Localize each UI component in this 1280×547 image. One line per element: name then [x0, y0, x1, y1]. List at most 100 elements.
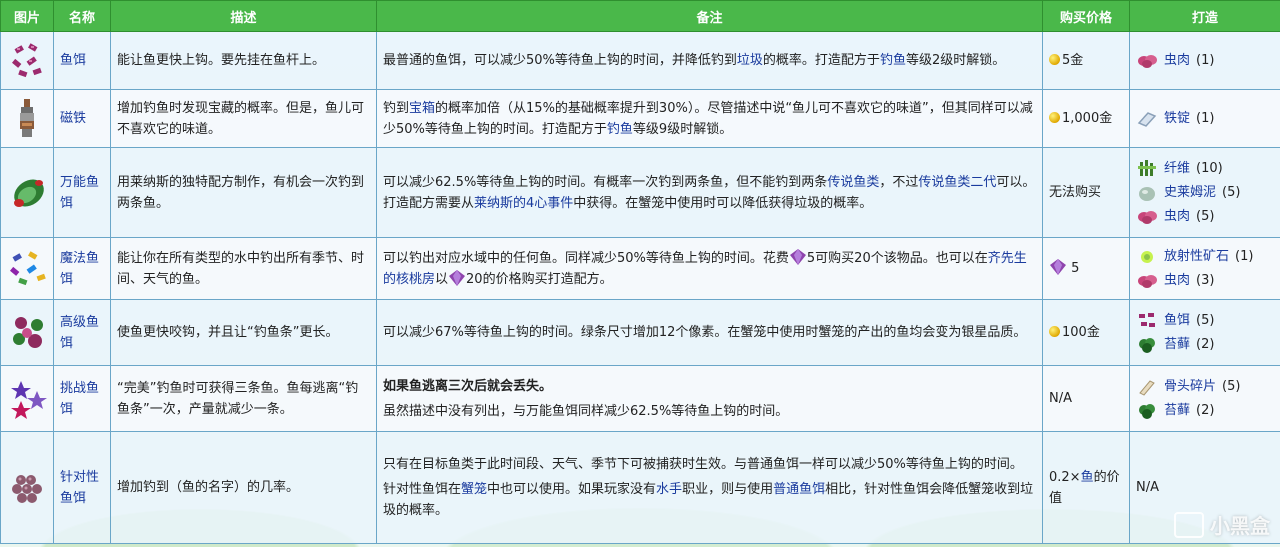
header-desc[interactable]: 描述 [110, 0, 377, 32]
ingredient-link[interactable]: 鱼饵 [1164, 310, 1190, 331]
item-name-link[interactable]: 鱼饵 [60, 53, 86, 68]
table-row: 磁铁 增加钓鱼时发现宝藏的概率。但是，鱼儿可不喜欢它的味道。 钓到宝箱的概率加倍… [0, 89, 1280, 148]
item-note-cell: 如果鱼逃离三次后就会丢失。 虽然描述中没有列出，与万能鱼饵同样减少62.5%等待… [376, 365, 1043, 432]
item-craft-cell: 骨头碎片 (5) 苔藓 (2) [1129, 365, 1280, 432]
craft-ingredient: 苔藓 (2) [1136, 399, 1274, 423]
item-image-cell [0, 31, 54, 90]
item-name-cell: 高级鱼饵 [53, 299, 111, 366]
ingredient-link[interactable]: 虫肉 [1164, 270, 1190, 291]
magnet-icon[interactable] [7, 97, 47, 141]
moss-icon [1139, 337, 1155, 353]
price-text: 0.2× [1049, 469, 1081, 485]
header-price[interactable]: 购买价格 [1042, 0, 1130, 32]
ingredient-qty: (5) [1196, 313, 1215, 328]
item-name-link[interactable]: 挑战鱼饵 [60, 381, 99, 417]
moss-icon [1139, 403, 1155, 419]
wild-bait-icon[interactable] [7, 171, 51, 215]
link-legendary-fish[interactable]: 传说鱼类 [827, 175, 879, 190]
item-craft-cell: 虫肉 (1) [1129, 31, 1280, 90]
slime-icon [1139, 186, 1155, 201]
item-craft-cell: 铁锭 (1) [1129, 89, 1280, 148]
item-name-link[interactable]: 磁铁 [60, 111, 86, 126]
ingredient-link[interactable]: 苔藓 [1164, 334, 1190, 355]
item-note-cell: 可以钓出对应水域中的任何鱼。同样减少50%等待鱼上钩的时间。花费 5可购买20个该… [376, 237, 1043, 300]
note-paragraph: 针对性鱼饵在蟹笼中也可以使用。如果玩家没有水手职业，则与使用普通鱼饵相比，针对性… [383, 479, 1036, 521]
targeted-bait-icon[interactable] [7, 468, 47, 508]
link-crab-pot[interactable]: 蟹笼 [461, 482, 487, 497]
item-price-cell: 1,000金 [1042, 89, 1130, 148]
link-legendary-fish-2[interactable]: 传说鱼类二代 [918, 175, 996, 190]
link-trash[interactable]: 垃圾 [737, 53, 763, 68]
radioactive-ore-icon [1141, 250, 1153, 263]
item-desc-cell: 用莱纳斯的独特配方制作，有机会一次钓到两条鱼。 [110, 147, 377, 238]
link-normal-bait[interactable]: 普通鱼饵 [773, 482, 825, 497]
craft-ingredient: 铁锭 (1) [1136, 107, 1274, 131]
header-pic[interactable]: 图片 [0, 0, 54, 32]
price-text: 100金 [1062, 325, 1100, 340]
craft-ingredient: 骨头碎片 (5) [1136, 375, 1274, 399]
item-price-cell: 5 [1042, 237, 1130, 300]
link-fishing[interactable]: 钓鱼 [880, 53, 906, 68]
item-name-cell: 万能鱼饵 [53, 147, 111, 238]
ingredient-qty: (5) [1222, 185, 1241, 200]
link-fish[interactable]: 鱼 [1081, 470, 1094, 485]
craft-ingredient: 苔藓 (2) [1136, 333, 1274, 357]
watermark: 小黑盒 [1174, 510, 1270, 539]
item-desc-cell: 增加钓鱼时发现宝藏的概率。但是，鱼儿可不喜欢它的味道。 [110, 89, 377, 148]
note-text: 可以减少62.5%等待鱼上钩的时间。有概率一次钓到两条鱼，但不能钓到两条 [383, 174, 828, 190]
bug-meat-icon [1138, 210, 1157, 224]
ingredient-link[interactable]: 铁锭 [1164, 108, 1190, 129]
ingredient-link[interactable]: 纤维 [1164, 158, 1190, 179]
craft-ingredient: 纤维 (10) [1136, 157, 1274, 181]
bait-icon[interactable] [7, 41, 47, 81]
item-desc-cell: “完美”钓鱼时可获得三条鱼。鱼每逃离“钓鱼条”一次，产量就减少一条。 [110, 365, 377, 432]
ingredient-qty: (1) [1196, 111, 1215, 126]
table-row: 挑战鱼饵 “完美”钓鱼时可获得三条鱼。鱼每逃离“钓鱼条”一次，产量就减少一条。 … [0, 365, 1280, 432]
craft-ingredient: 虫肉 (3) [1136, 269, 1274, 293]
item-image-cell [0, 237, 54, 300]
ingredient-link[interactable]: 虫肉 [1164, 206, 1190, 227]
craft-ingredient: 放射性矿石 (1) [1136, 245, 1274, 269]
challenge-bait-icon[interactable] [7, 377, 51, 421]
ingredient-qty: (1) [1196, 53, 1215, 68]
ingredient-qty: (10) [1196, 161, 1223, 176]
item-image-cell [0, 147, 54, 238]
ingredient-qty: (1) [1235, 249, 1254, 264]
link-fishing[interactable]: 钓鱼 [607, 122, 633, 137]
note-text: 钓到 [383, 100, 410, 116]
link-linus-event[interactable]: 莱纳斯的4心事件 [474, 196, 573, 211]
ingredient-link[interactable]: 苔藓 [1164, 400, 1190, 421]
item-price-cell: 无法购买 [1042, 147, 1130, 238]
note-text: 虽然描述中没有列出，与万能鱼饵同样减少62.5%等待鱼上钩的时间。 [383, 403, 789, 419]
bait-icon [1139, 312, 1155, 327]
note-text: 以 [435, 271, 449, 287]
table-row: 高级鱼饵 使鱼更快咬钩，并且让“钓鱼条”更长。 可以减少67%等待鱼上钩的时间。… [0, 299, 1280, 366]
item-name-link[interactable]: 针对性鱼饵 [60, 470, 99, 506]
ingredient-qty: (2) [1196, 403, 1215, 418]
ingredient-link[interactable]: 虫肉 [1164, 50, 1190, 71]
bone-fragment-icon [1139, 379, 1155, 396]
header-craft[interactable]: 打造 [1129, 0, 1280, 32]
ingredient-link[interactable]: 史莱姆泥 [1164, 182, 1216, 203]
note-text: ，不过 [879, 174, 919, 190]
note-text: 20的价格购买打造配方。 [466, 271, 613, 287]
note-text: 职业，则与使用 [682, 482, 774, 497]
item-name-cell: 磁铁 [53, 89, 111, 148]
ingredient-link[interactable]: 放射性矿石 [1164, 246, 1229, 267]
item-name-link[interactable]: 万能鱼饵 [60, 175, 99, 211]
price-text: 5 [1071, 261, 1080, 276]
table-header-row: 图片 名称 描述 备注 购买价格 打造 [0, 0, 1280, 32]
bug-meat-icon [1138, 274, 1157, 288]
gold-coin-icon [1049, 112, 1060, 123]
ingredient-link[interactable]: 骨头碎片 [1164, 376, 1216, 397]
magic-bait-icon[interactable] [7, 249, 51, 289]
link-mariner[interactable]: 水手 [656, 482, 682, 497]
item-name-link[interactable]: 高级鱼饵 [60, 315, 99, 351]
deluxe-bait-icon[interactable] [7, 311, 51, 355]
link-treasure-chest[interactable]: 宝箱 [409, 101, 435, 116]
note-text: 最普通的鱼饵，可以减少50%等待鱼上钩的时间，并降低钓到 [383, 53, 737, 68]
header-note[interactable]: 备注 [376, 0, 1043, 32]
item-name-link[interactable]: 魔法鱼饵 [60, 251, 99, 287]
header-name[interactable]: 名称 [53, 0, 111, 32]
watermark-logo-icon [1174, 511, 1204, 538]
